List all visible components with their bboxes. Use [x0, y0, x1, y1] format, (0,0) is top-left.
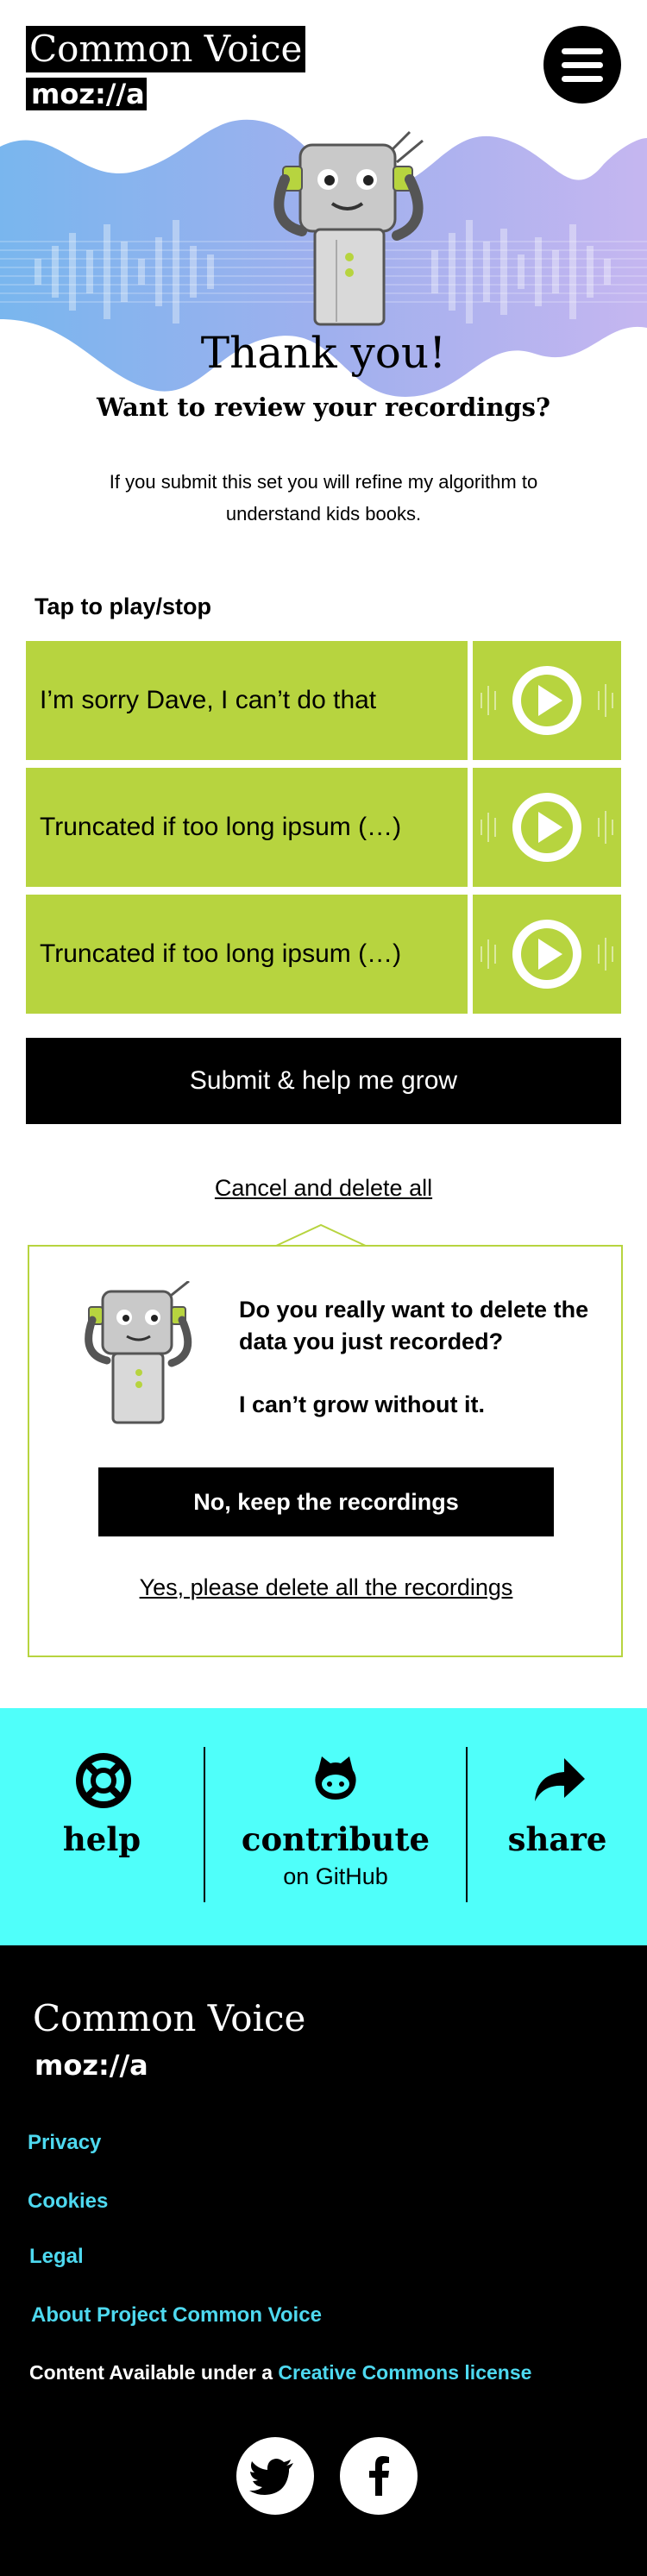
contribute-sub: on GitHub	[283, 1863, 388, 1889]
confirm-delete-dialog: Do you really want to delete the data yo…	[28, 1245, 623, 1657]
menu-line	[562, 76, 603, 82]
footer-mozilla-logo[interactable]: moz://a	[35, 2049, 148, 2082]
recording-row[interactable]: I’m sorry Dave, I can’t do that	[26, 641, 621, 760]
play-button[interactable]	[473, 641, 621, 760]
brand-logo[interactable]: Common Voice moz://a	[26, 26, 306, 110]
share-label: share	[507, 1820, 607, 1858]
twitter-icon	[249, 2459, 293, 2495]
privacy-link[interactable]: Privacy	[28, 2131, 101, 2155]
cookies-link[interactable]: Cookies	[28, 2190, 108, 2214]
facebook-button[interactable]	[340, 2437, 418, 2515]
play-icon	[481, 920, 613, 989]
play-icon	[481, 666, 613, 735]
tap-instruction: Tap to play/stop	[35, 594, 212, 619]
license-text: Content Available under a Creative Commo…	[29, 2361, 531, 2384]
robot-mascot-small	[85, 1281, 192, 1424]
mozilla-logo: moz://a	[26, 78, 147, 110]
recording-text: I’m sorry Dave, I can’t do that	[26, 641, 468, 760]
contribute-item[interactable]: contribute on GitHub	[205, 1708, 466, 1945]
about-link[interactable]: About Project Common Voice	[31, 2303, 322, 2328]
help-item[interactable]: help	[0, 1708, 204, 1945]
play-button[interactable]	[473, 768, 621, 887]
github-icon	[315, 1756, 356, 1800]
facebook-icon	[369, 2456, 389, 2496]
keep-recordings-button[interactable]: No, keep the recordings	[98, 1467, 554, 1536]
play-icon	[481, 793, 613, 862]
footer-brand-title[interactable]: Common Voice	[33, 1997, 305, 2039]
recording-text: Truncated if too long ipsum (…)	[26, 895, 468, 1014]
hamburger-menu-icon[interactable]	[543, 26, 621, 104]
cancel-delete-link[interactable]: Cancel and delete all	[0, 1175, 647, 1202]
license-link[interactable]: Creative Commons license	[278, 2361, 531, 2384]
confirm-delete-link[interactable]: Yes, please delete all the recordings	[29, 1574, 623, 1601]
dialog-note: I can’t grow without it.	[239, 1392, 485, 1417]
robot-mascot	[273, 130, 424, 326]
lifebuoy-icon	[76, 1753, 131, 1808]
share-arrow-icon	[535, 1758, 585, 1801]
footer: Common Voice moz://a Privacy Cookies Leg…	[0, 1945, 647, 2576]
menu-line	[562, 48, 603, 54]
dialog-question: Do you really want to delete the data yo…	[239, 1297, 589, 1354]
menu-line	[562, 62, 603, 68]
submit-button[interactable]: Submit & help me grow	[26, 1038, 621, 1124]
recording-text: Truncated if too long ipsum (…)	[26, 768, 468, 887]
help-band: help contribute on GitHub share	[0, 1708, 647, 1945]
help-label: help	[62, 1820, 141, 1858]
share-item[interactable]: share	[468, 1708, 647, 1945]
twitter-button[interactable]	[236, 2437, 314, 2515]
play-button[interactable]	[473, 895, 621, 1014]
recording-row[interactable]: Truncated if too long ipsum (…)	[26, 768, 621, 887]
page-subtitle: Want to review your recordings?	[97, 393, 550, 422]
recording-row[interactable]: Truncated if too long ipsum (…)	[26, 895, 621, 1014]
brand-title: Common Voice	[26, 26, 306, 72]
contribute-label: contribute	[241, 1820, 430, 1858]
description-text: If you submit this set you will refine m…	[109, 471, 538, 525]
legal-link[interactable]: Legal	[29, 2245, 84, 2269]
header: Common Voice moz://a	[0, 0, 647, 129]
license-prefix: Content Available under a	[29, 2361, 273, 2384]
page-title: Thank you!	[200, 328, 447, 378]
